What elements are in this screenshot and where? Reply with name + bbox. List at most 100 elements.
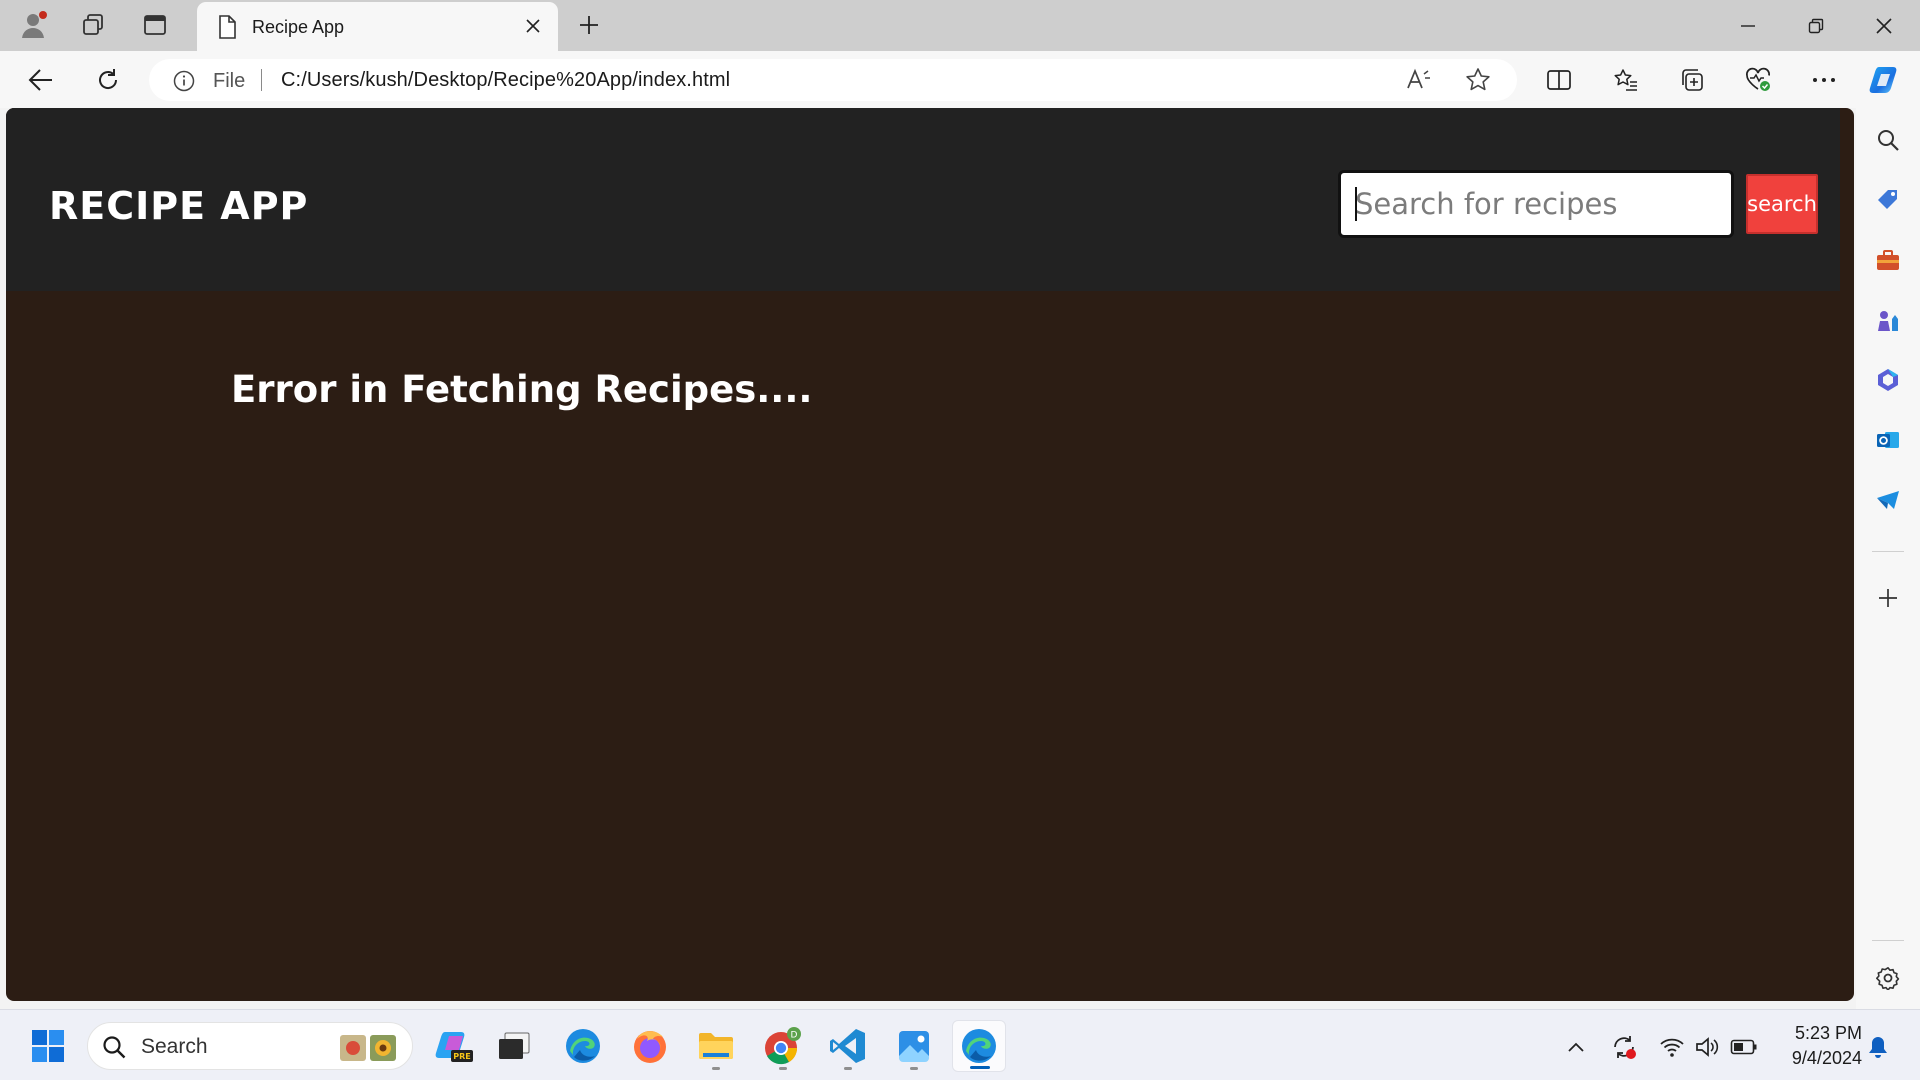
close-icon (1876, 17, 1892, 34)
tab-actions-icon (144, 15, 166, 35)
refresh-button[interactable] (88, 60, 128, 100)
sidebar-games-button[interactable] (1868, 300, 1908, 340)
shopping-icon (1878, 190, 1897, 209)
sync-status-button[interactable] (1607, 1030, 1641, 1064)
sidebar-tools-button[interactable] (1868, 240, 1908, 280)
more-button[interactable] (1804, 60, 1844, 100)
microsoft-365-icon (1878, 369, 1898, 391)
search-button[interactable]: search (1746, 174, 1818, 234)
taskbar-terminal[interactable] (487, 1020, 541, 1072)
favorites-icon (1614, 69, 1637, 91)
edge-icon (566, 1029, 600, 1063)
more-icon (1813, 78, 1835, 82)
new-tab-button[interactable] (570, 7, 608, 43)
browser-essentials-icon (1746, 67, 1770, 91)
scheme-label: File (213, 70, 246, 92)
address-divider (261, 69, 262, 91)
taskbar-firefox[interactable] (623, 1020, 677, 1072)
add-icon (1879, 589, 1897, 607)
telegram-icon (1877, 491, 1899, 509)
taskbar-photos[interactable] (887, 1020, 941, 1072)
bell-icon (1869, 1037, 1887, 1058)
copilot-pre-icon: PRE (435, 1032, 473, 1062)
taskbar-file-explorer[interactable] (689, 1020, 743, 1072)
tab-actions-button[interactable] (136, 7, 174, 43)
settings-icon (1876, 967, 1900, 990)
taskbar-edge[interactable] (556, 1020, 610, 1072)
battery-button[interactable] (1727, 1030, 1761, 1064)
error-message: Error in Fetching Recipes.... (231, 368, 813, 411)
split-screen-button[interactable] (1539, 60, 1579, 100)
sidebar-divider (1872, 940, 1904, 941)
read-aloud-icon (1407, 68, 1430, 89)
workspaces-button[interactable] (74, 7, 112, 43)
copilot-button[interactable] (1866, 60, 1906, 100)
notifications-button[interactable] (1861, 1030, 1895, 1064)
start-button[interactable] (21, 1020, 75, 1072)
favorite-button[interactable] (1460, 63, 1496, 97)
system-clock[interactable]: 5:23 PM 9/4/2024 (1770, 1021, 1862, 1071)
search-icon (1878, 130, 1899, 151)
browser-toolbar: File C:/Users/kush/Desktop/Recipe%20App/… (0, 51, 1920, 108)
firefox-icon (634, 1031, 666, 1063)
terminal-icon (499, 1032, 530, 1059)
wifi-icon (1660, 1038, 1684, 1057)
games-icon (1878, 311, 1898, 331)
url-text[interactable]: C:/Users/kush/Desktop/Recipe%20App/index… (281, 69, 730, 92)
sidebar-telegram-button[interactable] (1868, 480, 1908, 520)
tab-recipe-app[interactable]: Recipe App (197, 2, 558, 51)
tab-strip: Recipe App (0, 0, 1920, 51)
sidebar-search-button[interactable] (1868, 120, 1908, 160)
close-icon (526, 19, 540, 33)
collections-button[interactable] (1672, 60, 1712, 100)
running-indicator (779, 1067, 787, 1070)
sync-icon (1614, 1036, 1636, 1059)
taskbar-chrome[interactable]: D (756, 1020, 810, 1072)
split-screen-icon (1547, 70, 1571, 90)
site-info-icon[interactable] (173, 70, 195, 97)
running-indicator (844, 1067, 852, 1070)
taskbar-copilot-pre[interactable]: PRE (426, 1020, 480, 1072)
photos-icon (899, 1031, 929, 1062)
search-icon (103, 1036, 126, 1059)
chevron-up-icon (1568, 1042, 1584, 1052)
sidebar-shopping-button[interactable] (1868, 180, 1908, 220)
start-icon (32, 1030, 64, 1062)
close-window-button[interactable] (1850, 0, 1918, 51)
volume-button[interactable] (1691, 1030, 1725, 1064)
minimize-icon (1741, 24, 1755, 27)
restore-icon (1808, 18, 1824, 33)
sidebar-microsoft365-button[interactable] (1868, 360, 1908, 400)
svg-text:PRE: PRE (453, 1052, 471, 1061)
chrome-icon: D (765, 1027, 801, 1065)
show-hidden-icons-button[interactable] (1559, 1030, 1593, 1064)
taskbar-vscode[interactable] (821, 1020, 875, 1072)
sidebar-outlook-button[interactable] (1868, 420, 1908, 460)
search-input[interactable] (1338, 170, 1734, 238)
clock-date: 9/4/2024 (1791, 1048, 1862, 1068)
taskbar-edge-active[interactable] (952, 1020, 1006, 1072)
minimize-button[interactable] (1714, 0, 1782, 51)
restore-button[interactable] (1782, 0, 1850, 51)
read-aloud-button[interactable] (1401, 63, 1437, 97)
tab-title: Recipe App (252, 17, 345, 37)
sidebar-settings-button[interactable] (1868, 958, 1908, 998)
address-bar[interactable]: File C:/Users/kush/Desktop/Recipe%20App/… (149, 59, 1517, 101)
favorites-button[interactable] (1606, 60, 1646, 100)
sidebar-add-button[interactable] (1868, 578, 1908, 618)
back-button[interactable] (21, 60, 61, 100)
plus-icon (580, 16, 598, 34)
page-viewport: RECIPE APP search Error in Fetching Reci… (6, 108, 1854, 1001)
close-tab-button[interactable] (518, 11, 548, 41)
taskbar-search-label: Search (141, 1035, 208, 1058)
vscode-icon (830, 1029, 865, 1063)
sidebar-divider (1872, 551, 1904, 552)
profile-button[interactable] (14, 7, 52, 43)
running-indicator (712, 1067, 720, 1070)
copilot-icon (1869, 67, 1897, 93)
browser-essentials-button[interactable] (1738, 60, 1778, 100)
wifi-button[interactable] (1655, 1030, 1689, 1064)
edge-sidebar (1856, 108, 1920, 1009)
outlook-icon (1877, 432, 1899, 448)
taskbar-search[interactable]: Search (87, 1022, 413, 1070)
